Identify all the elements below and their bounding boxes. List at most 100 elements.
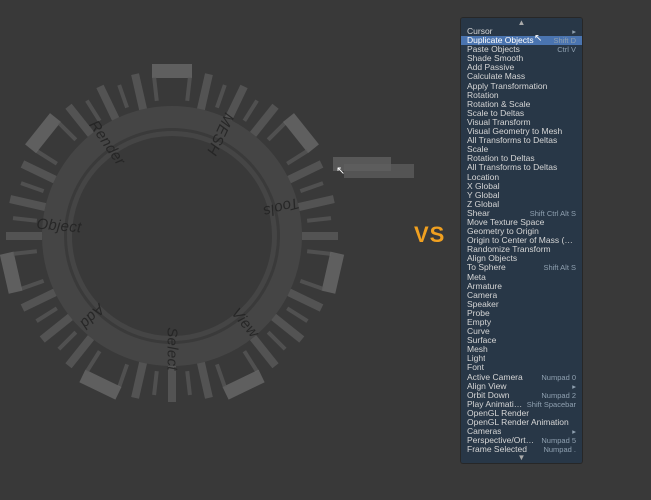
menu-item[interactable]: Location xyxy=(461,173,582,182)
menu-item[interactable]: Speaker xyxy=(461,300,582,309)
menu-item-label: Scale to Deltas xyxy=(467,109,524,118)
menu-item[interactable]: Cursor ▸ xyxy=(461,27,582,36)
menu-item[interactable]: Light xyxy=(461,354,582,363)
menu-item-shortcut: Shift Ctrl Alt S xyxy=(526,209,576,218)
menu-item-shortcut: Numpad 2 xyxy=(537,391,576,400)
menu-item[interactable]: Rotation to Deltas xyxy=(461,154,582,163)
menu-item[interactable]: Rotation & Scale xyxy=(461,100,582,109)
menu-item[interactable]: Apply Transformation xyxy=(461,82,582,91)
menu-item-label: Align View xyxy=(467,382,507,391)
menu-item[interactable]: Align View▸ xyxy=(461,382,582,391)
menu-item[interactable]: Y Global xyxy=(461,191,582,200)
menu-item[interactable]: Empty xyxy=(461,318,582,327)
menu-item[interactable]: All Transforms to Deltas xyxy=(461,163,582,172)
menu-item-label: Z Global xyxy=(467,200,499,209)
menu-item[interactable]: Mesh xyxy=(461,345,582,354)
menu-item-label: Rotation xyxy=(467,91,499,100)
menu-item-label: Speaker xyxy=(467,300,499,309)
menu-item-label: Visual Geometry to Mesh xyxy=(467,127,562,136)
menu-item-label: Calculate Mass xyxy=(467,72,525,81)
menu-item[interactable]: Curve xyxy=(461,327,582,336)
vs-label: VS xyxy=(414,222,445,248)
menu-item-label: Perspective/Orthographic xyxy=(467,436,537,445)
submenu-arrow-icon: ▸ xyxy=(568,27,576,36)
menu-item[interactable]: Armature xyxy=(461,282,582,291)
menu-item-label: All Transforms to Deltas xyxy=(467,163,557,172)
menu-item-label: Armature xyxy=(467,282,502,291)
menu-item-label: Active Camera xyxy=(467,373,523,382)
menu-item-label: To Sphere xyxy=(467,263,506,272)
pie-segment-label[interactable]: Select xyxy=(164,327,181,371)
scroll-up-arrow-icon[interactable]: ▲ xyxy=(461,19,582,27)
menu-item-label: Paste Objects xyxy=(467,45,520,54)
menu-item[interactable]: Calculate Mass xyxy=(461,72,582,81)
menu-item[interactable]: Meta xyxy=(461,273,582,282)
menu-item-label: Mesh xyxy=(467,345,488,354)
menu-item[interactable]: Randomize Transform xyxy=(461,245,582,254)
menu-item-label: Rotation & Scale xyxy=(467,100,530,109)
menu-item-label: Curve xyxy=(467,327,490,336)
menu-item[interactable]: Orbit DownNumpad 2 xyxy=(461,391,582,400)
menu-item[interactable]: All Transforms to Deltas xyxy=(461,136,582,145)
menu-item-label: Rotation to Deltas xyxy=(467,154,535,163)
menu-item-shortcut: Numpad 0 xyxy=(537,373,576,382)
menu-item-shortcut: Numpad . xyxy=(539,445,576,454)
menu-item-shortcut: Ctrl V xyxy=(553,45,576,54)
menu-item-label: Shear xyxy=(467,209,490,218)
menu-item[interactable]: Z Global xyxy=(461,200,582,209)
menu-item-shortcut: Numpad 5 xyxy=(537,436,576,445)
menu-item-label: Probe xyxy=(467,309,490,318)
menu-item[interactable]: Align Objects xyxy=(461,254,582,263)
menu-item[interactable]: Shade Smooth xyxy=(461,54,582,63)
menu-item-label: X Global xyxy=(467,182,500,191)
scroll-down-arrow-icon[interactable]: ▼ xyxy=(461,454,582,462)
menu-item[interactable]: Scale xyxy=(461,145,582,154)
menu-item-shortcut: Shift D xyxy=(549,36,576,45)
menu-item-label: Light xyxy=(467,354,485,363)
menu-item[interactable]: Rotation xyxy=(461,91,582,100)
submenu-arrow-icon: ▸ xyxy=(568,427,576,436)
menu-item[interactable]: Visual Transform xyxy=(461,118,582,127)
menu-item[interactable]: OpenGL Render xyxy=(461,409,582,418)
menu-item[interactable]: Paste Objects Ctrl V xyxy=(461,45,582,54)
menu-item-label: Apply Transformation xyxy=(467,82,547,91)
menu-item[interactable]: Play AnimationShift Spacebar xyxy=(461,400,582,409)
menu-item[interactable]: Move Texture Space xyxy=(461,218,582,227)
menu-item-shortcut: Shift Alt S xyxy=(539,263,576,272)
menu-item[interactable]: Visual Geometry to Mesh xyxy=(461,127,582,136)
menu-item-label: Camera xyxy=(467,291,497,300)
menu-item[interactable]: Active Camera Numpad 0 xyxy=(461,373,582,382)
menu-item-label: Font xyxy=(467,363,484,372)
menu-item[interactable]: Scale to Deltas xyxy=(461,109,582,118)
menu-item[interactable]: Cameras ▸ xyxy=(461,427,582,436)
menu-item[interactable]: Probe xyxy=(461,309,582,318)
menu-item[interactable]: To Sphere Shift Alt S xyxy=(461,263,582,272)
menu-item[interactable]: Surface xyxy=(461,336,582,345)
menu-item-label: Origin to Center of Mass (Surface) xyxy=(467,236,576,245)
menu-item-label: OpenGL Render Animation xyxy=(467,418,569,427)
menu-item-label: Y Global xyxy=(467,191,499,200)
menu-item-label: Meta xyxy=(467,273,486,282)
menu-item-label: Geometry to Origin xyxy=(467,227,539,236)
menu-item-label: Shade Smooth xyxy=(467,54,523,63)
menu-item-shortcut: Shift Spacebar xyxy=(523,400,576,409)
menu-item[interactable]: Camera xyxy=(461,291,582,300)
menu-item[interactable]: Duplicate ObjectsShift D xyxy=(461,36,582,45)
menu-item[interactable]: Origin to Center of Mass (Surface) xyxy=(461,236,582,245)
menu-item[interactable]: OpenGL Render Animation xyxy=(461,418,582,427)
menu-item-label: Cursor xyxy=(467,27,493,36)
menu-item[interactable]: Add Passive xyxy=(461,63,582,72)
menu-item-label: Empty xyxy=(467,318,491,327)
context-menu[interactable]: ▲ Cursor▸Duplicate ObjectsShift DPaste O… xyxy=(461,18,582,463)
menu-item-label: Scale xyxy=(467,145,488,154)
menu-item-label: Cameras xyxy=(467,427,501,436)
menu-item[interactable]: X Global xyxy=(461,182,582,191)
menu-item[interactable]: Shear Shift Ctrl Alt S xyxy=(461,209,582,218)
menu-item[interactable]: Perspective/OrthographicNumpad 5 xyxy=(461,436,582,445)
menu-item-label: Location xyxy=(467,173,499,182)
menu-item-label: All Transforms to Deltas xyxy=(467,136,557,145)
menu-item[interactable]: Font xyxy=(461,363,582,372)
menu-item-label: Play Animation xyxy=(467,400,523,409)
menu-item[interactable]: Geometry to Origin xyxy=(461,227,582,236)
pie-extension-bar xyxy=(344,164,414,178)
